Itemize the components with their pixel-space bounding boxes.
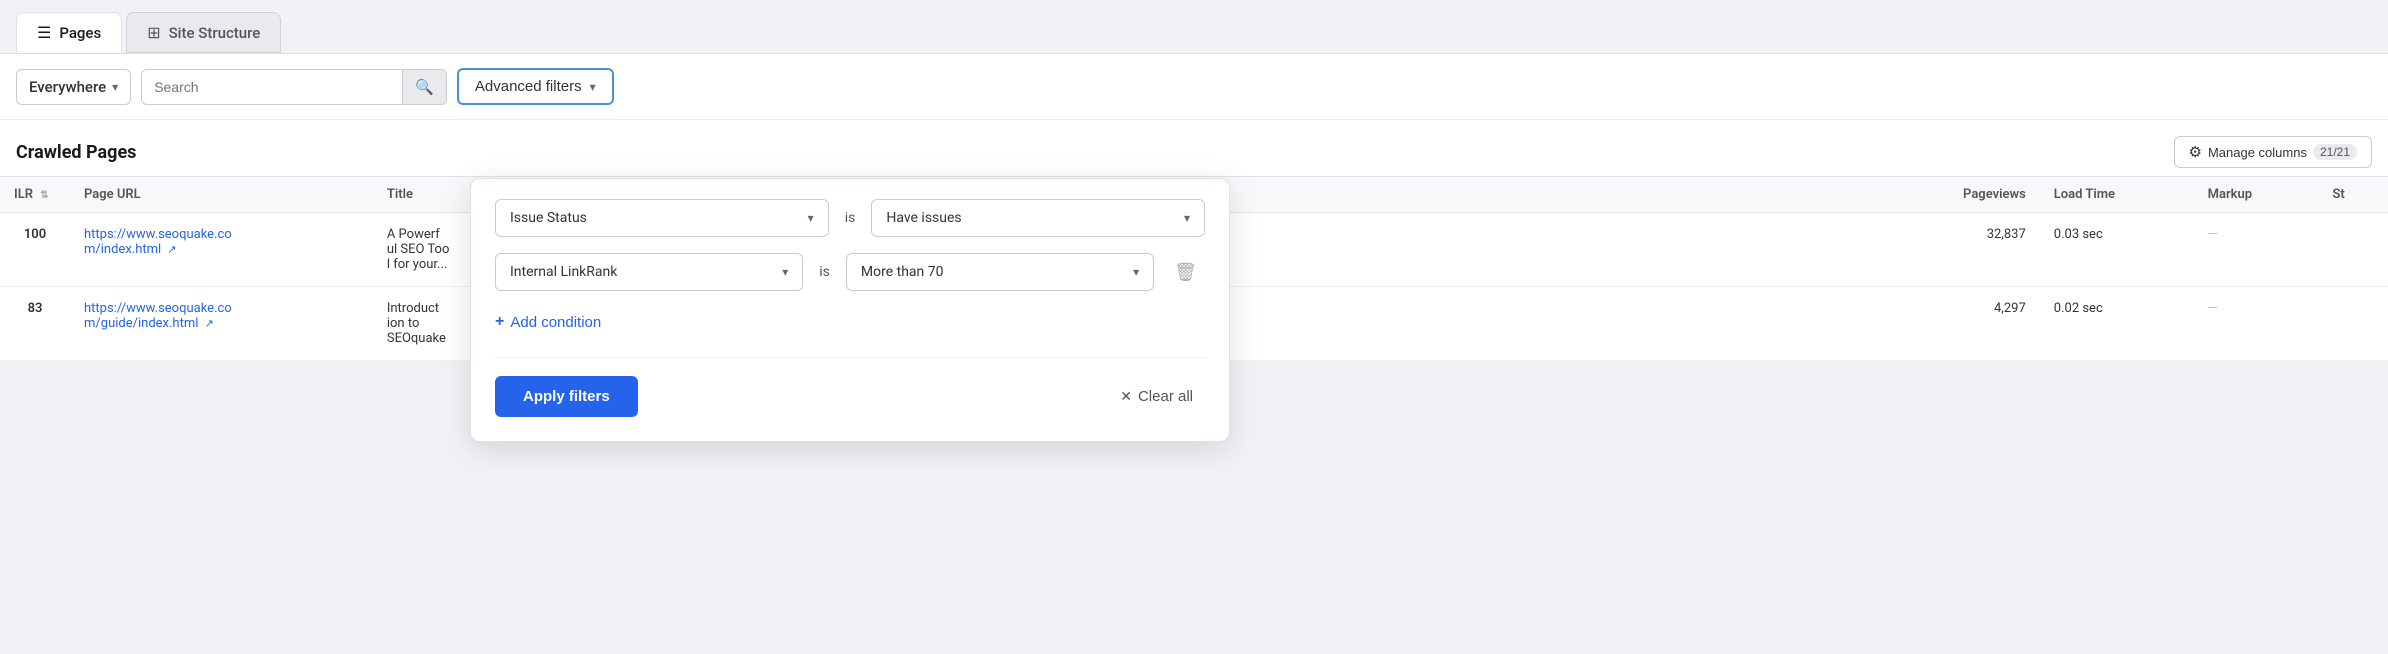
search-button[interactable]: 🔍 (402, 70, 446, 104)
col-ilr: ILR ⇅ (0, 177, 70, 213)
search-input[interactable] (142, 71, 402, 103)
filter2-value-chevron-icon: ▾ (1133, 265, 1139, 279)
ilr-sort-icon[interactable]: ⇅ (40, 190, 48, 201)
external-link-icon: ↗ (167, 243, 176, 256)
table-header-row: Crawled Pages ⚙ Manage columns 21/21 (0, 120, 2388, 176)
table-section: Crawled Pages ⚙ Manage columns 21/21 ILR… (0, 120, 2388, 361)
manage-columns-label: Manage columns (2208, 145, 2307, 160)
filter2-field-chevron-icon: ▾ (782, 265, 788, 279)
advanced-filters-chevron-icon: ▾ (590, 80, 596, 94)
row1-load-time: 0.03 sec (2040, 213, 2194, 287)
row2-status (2318, 287, 2388, 361)
row2-url-link[interactable]: https://www.seoquake.co m/guide/index.ht… (84, 301, 232, 331)
main-content: Everywhere ▾ 🔍 Advanced filters ▾ Crawle… (0, 53, 2388, 361)
advanced-filters-label: Advanced filters (475, 78, 582, 95)
tabs-bar: ☰ Pages ⊞ Site Structure (0, 0, 2388, 53)
clear-all-button[interactable]: ✕ Clear all (1108, 380, 1205, 413)
tab-site-structure[interactable]: ⊞ Site Structure (126, 12, 281, 53)
filter2-delete-button[interactable]: 🗑 (1166, 258, 1205, 287)
row1-ilr: 100 (0, 213, 70, 287)
advanced-filters-button[interactable]: Advanced filters ▾ (457, 68, 614, 105)
row2-load-time: 0.02 sec (2040, 287, 2194, 361)
row2-url: https://www.seoquake.co m/guide/index.ht… (70, 287, 373, 361)
filter2-value-label: More than 70 (861, 264, 944, 280)
location-label: Everywhere (29, 78, 106, 96)
x-icon: ✕ (1120, 388, 1132, 405)
location-dropdown[interactable]: Everywhere ▾ (16, 69, 131, 105)
filter2-value-select[interactable]: More than 70 ▾ (846, 253, 1154, 291)
row2-ilr: 83 (0, 287, 70, 361)
apply-filters-button[interactable]: Apply filters (495, 376, 638, 417)
clear-all-label: Clear all (1138, 388, 1193, 405)
pages-icon: ☰ (37, 23, 51, 42)
filters-panel: Issue Status ▾ is Have issues ▾ Internal… (470, 178, 1230, 442)
col-load-time: Load Time (2040, 177, 2194, 213)
filter1-operator-label: is (841, 210, 860, 226)
col-status: St (2318, 177, 2388, 213)
app-container: ☰ Pages ⊞ Site Structure Everywhere ▾ 🔍 … (0, 0, 2388, 654)
filter2-field-select[interactable]: Internal LinkRank ▾ (495, 253, 803, 291)
tab-site-structure-label: Site Structure (169, 24, 261, 42)
col-page-url: Page URL (70, 177, 373, 213)
manage-columns-badge: 21/21 (2313, 144, 2357, 160)
search-wrapper: 🔍 (141, 69, 447, 105)
row2-markup: — (2194, 287, 2319, 361)
toolbar: Everywhere ▾ 🔍 Advanced filters ▾ (0, 54, 2388, 120)
filter2-field-label: Internal LinkRank (510, 264, 617, 280)
row1-url: https://www.seoquake.co m/index.html ↗ (70, 213, 373, 287)
add-condition-label: Add condition (510, 314, 601, 331)
filter-row-1: Issue Status ▾ is Have issues ▾ (495, 199, 1205, 237)
filter1-field-chevron-icon: ▾ (808, 211, 814, 225)
filter-row-2: Internal LinkRank ▾ is More than 70 ▾ 🗑 (495, 253, 1205, 291)
site-structure-icon: ⊞ (147, 23, 160, 42)
row1-status (2318, 213, 2388, 287)
row1-url-link[interactable]: https://www.seoquake.co m/index.html ↗ (84, 227, 232, 257)
filter1-field-select[interactable]: Issue Status ▾ (495, 199, 829, 237)
external-link-icon: ↗ (205, 317, 214, 330)
filter1-value-label: Have issues (886, 210, 961, 226)
crawled-pages-title: Crawled Pages (16, 142, 136, 163)
filter1-field-label: Issue Status (510, 210, 587, 226)
filter1-value-select[interactable]: Have issues ▾ (871, 199, 1205, 237)
manage-columns-button[interactable]: ⚙ Manage columns 21/21 (2174, 136, 2372, 168)
location-chevron-icon: ▾ (112, 80, 118, 94)
tab-pages[interactable]: ☰ Pages (16, 12, 122, 53)
plus-icon: + (495, 313, 504, 331)
tab-pages-label: Pages (59, 24, 101, 42)
filters-footer: Apply filters ✕ Clear all (495, 357, 1205, 417)
add-condition-button[interactable]: + Add condition (495, 307, 601, 337)
col-markup: Markup (2194, 177, 2319, 213)
gear-icon: ⚙ (2189, 143, 2202, 161)
filter2-operator-label: is (815, 264, 834, 280)
filter1-value-chevron-icon: ▾ (1184, 211, 1190, 225)
row1-markup: — (2194, 213, 2319, 287)
